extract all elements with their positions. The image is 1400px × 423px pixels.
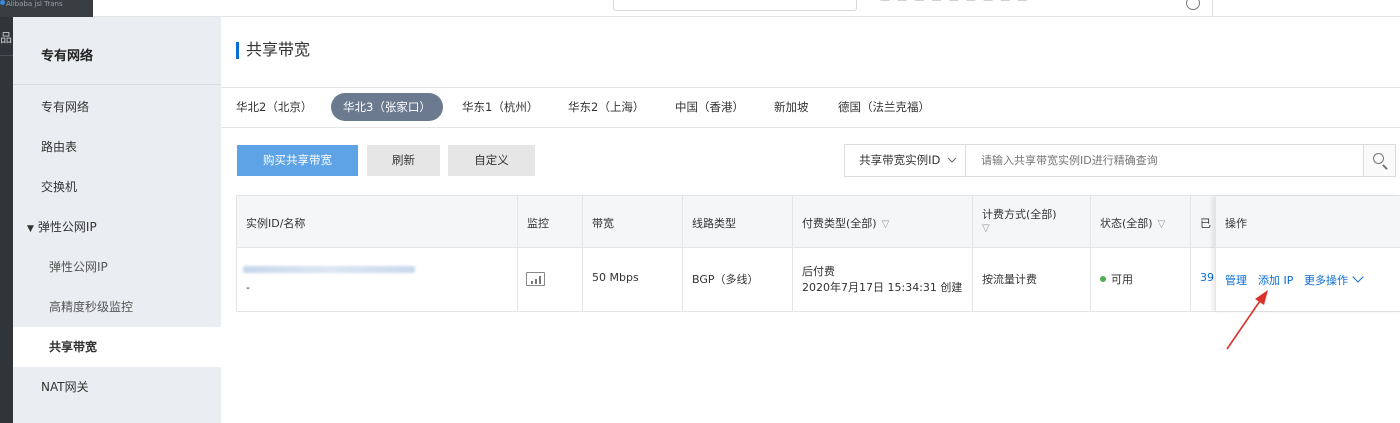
col-line-type: 线路类型: [682, 196, 792, 248]
search-input[interactable]: [967, 145, 1365, 176]
col-ops: 操作: [1216, 196, 1400, 248]
page-title: 共享带宽: [246, 40, 311, 59]
status-dot-icon: [1100, 276, 1106, 282]
main-content: 共享带宽 华北2（北京） 华北3（张家口） 华东1（杭州） 华东2（上海） 中国…: [221, 17, 1400, 423]
pay-type-value: 后付费: [802, 265, 835, 278]
region-tab-zhangjiakou[interactable]: 华北3（张家口）: [331, 93, 443, 121]
caret-down-icon: ▼: [27, 224, 34, 234]
col-status[interactable]: 状态(全部) ▽: [1090, 196, 1190, 248]
sidebar-item-shared-bandwidth[interactable]: 共享带宽: [13, 327, 221, 367]
add-ip-link[interactable]: 添加 IP: [1258, 272, 1293, 288]
manage-link[interactable]: 管理: [1225, 272, 1247, 288]
search-filter: 共享带宽实例ID: [844, 144, 1396, 177]
top-nav-links[interactable]: — — — — — — — — —: [880, 0, 1029, 6]
col-bandwidth: 带宽: [582, 196, 682, 248]
col-id-name: 实例ID/名称: [237, 196, 517, 248]
col-pay-type-label: 付费类型(全部): [802, 217, 877, 230]
cell-id-name: -: [237, 248, 517, 311]
region-tab-beijing[interactable]: 华北2（北京）: [236, 92, 312, 122]
top-search-input[interactable]: [613, 0, 857, 11]
sidebar-group-eip[interactable]: ▼ 弹性公网IP: [13, 207, 221, 247]
col-billing-label: 计费方式(全部): [982, 208, 1057, 221]
bandwidth-value: 50 Mbps: [592, 271, 639, 284]
region-divider: [221, 127, 1400, 128]
line-type-value: BGP（多线）: [692, 273, 759, 286]
refresh-button[interactable]: 刷新: [367, 145, 440, 176]
top-navbar: Alibaba jsl Trans — — — — — — — — —: [0, 0, 1400, 17]
col-pay-type[interactable]: 付费类型(全部) ▽: [792, 196, 972, 248]
col-billing[interactable]: 计费方式(全部) ▽: [972, 196, 1090, 248]
filter-icon[interactable]: ▽: [882, 219, 890, 230]
more-actions-label: 更多操作: [1304, 274, 1348, 287]
region-tab-singapore[interactable]: 新加坡: [774, 92, 809, 122]
more-actions-link[interactable]: 更多操作: [1304, 271, 1364, 288]
search-button[interactable]: [1363, 145, 1395, 176]
col-id-name-label: 实例ID/名称: [246, 217, 306, 230]
instance-name: -: [246, 281, 250, 294]
filter-field-label: 共享带宽实例ID: [859, 153, 941, 167]
col-status-label: 状态(全部): [1100, 217, 1153, 230]
sidebar-item-vpc[interactable]: 专有网络: [13, 87, 221, 127]
strip-divider: [0, 55, 13, 56]
top-divider: [1212, 0, 1213, 17]
help-icon[interactable]: [1186, 0, 1200, 10]
sidebar-item-nat-gateway[interactable]: NAT网关: [13, 367, 221, 407]
title-divider: [221, 87, 1400, 88]
status-value: 可用: [1111, 273, 1133, 286]
filter-field-select[interactable]: 共享带宽实例ID: [845, 145, 966, 176]
ops-column: 操作 管理 添加 IP 更多操作: [1215, 196, 1400, 311]
region-tab-hangzhou[interactable]: 华东1（杭州）: [462, 92, 538, 122]
filter-icon[interactable]: ▽: [1158, 219, 1166, 230]
sidebar-title-divider: [13, 84, 221, 85]
instance-id-link[interactable]: [243, 266, 415, 273]
col-monitor: 监控: [517, 196, 582, 248]
col-line-type-label: 线路类型: [692, 217, 736, 230]
cell-status: 可用: [1090, 248, 1190, 311]
col-bandwidth-label: 带宽: [592, 217, 614, 230]
product-nav-strip: 品: [0, 17, 13, 423]
search-icon-handle: [1382, 164, 1388, 170]
search-icon: [1373, 153, 1384, 164]
logo-icon: [0, 0, 5, 5]
sidebar-title: 专有网络: [41, 49, 94, 64]
sidebar-item-hp-monitor[interactable]: 高精度秒级监控: [13, 287, 221, 327]
monitor-bar: [531, 281, 533, 284]
buy-shared-bandwidth-button[interactable]: 购买共享带宽: [237, 145, 358, 176]
cell-monitor: [517, 248, 582, 311]
cell-pay-type: 后付费 2020年7月17日 15:34:31 创建: [792, 248, 972, 311]
monitor-chart-icon[interactable]: [526, 272, 545, 286]
cell-line-type: BGP（多线）: [682, 248, 792, 311]
sidebar-item-vswitch[interactable]: 交换机: [13, 167, 221, 207]
region-tab-frankfurt[interactable]: 德国（法兰克福）: [838, 92, 930, 122]
col-monitor-label: 监控: [527, 217, 549, 230]
filter-icon[interactable]: ▽: [982, 222, 990, 235]
console-logo[interactable]: Alibaba jsl Trans: [0, 0, 93, 17]
customize-button[interactable]: 自定义: [448, 145, 535, 176]
logo-text: Alibaba jsl Trans: [6, 0, 63, 8]
monitor-bar: [539, 276, 541, 284]
region-tab-hongkong[interactable]: 中国（香港）: [675, 92, 744, 122]
col-added-label: 已: [1200, 217, 1211, 230]
billing-value: 按流量计费: [982, 273, 1037, 286]
bandwidth-table: 实例ID/名称 监控 带宽 线路类型 付费类型(全部) ▽ 计费方式(全部) ▽ 状…: [236, 195, 1400, 312]
monitor-bar: [535, 279, 537, 284]
created-time: 2020年7月17日 15:34:31 创建: [802, 281, 963, 294]
sidebar-group-label: 弹性公网IP: [37, 220, 97, 234]
products-icon[interactable]: 品: [0, 29, 13, 46]
chevron-down-icon: [1352, 271, 1364, 283]
sidebar: 专有网络 专有网络 路由表 交换机 ▼ 弹性公网IP 弹性公网IP 高精度秒级监控…: [13, 17, 221, 423]
cell-bandwidth: 50 Mbps: [582, 248, 682, 311]
col-ops-label: 操作: [1225, 217, 1247, 230]
region-tab-shanghai[interactable]: 华东2（上海）: [568, 92, 644, 122]
sidebar-item-eip[interactable]: 弹性公网IP: [13, 247, 221, 287]
cell-billing: 按流量计费: [972, 248, 1090, 311]
chevron-down-icon: [947, 157, 957, 163]
sidebar-item-route-table[interactable]: 路由表: [13, 127, 221, 167]
